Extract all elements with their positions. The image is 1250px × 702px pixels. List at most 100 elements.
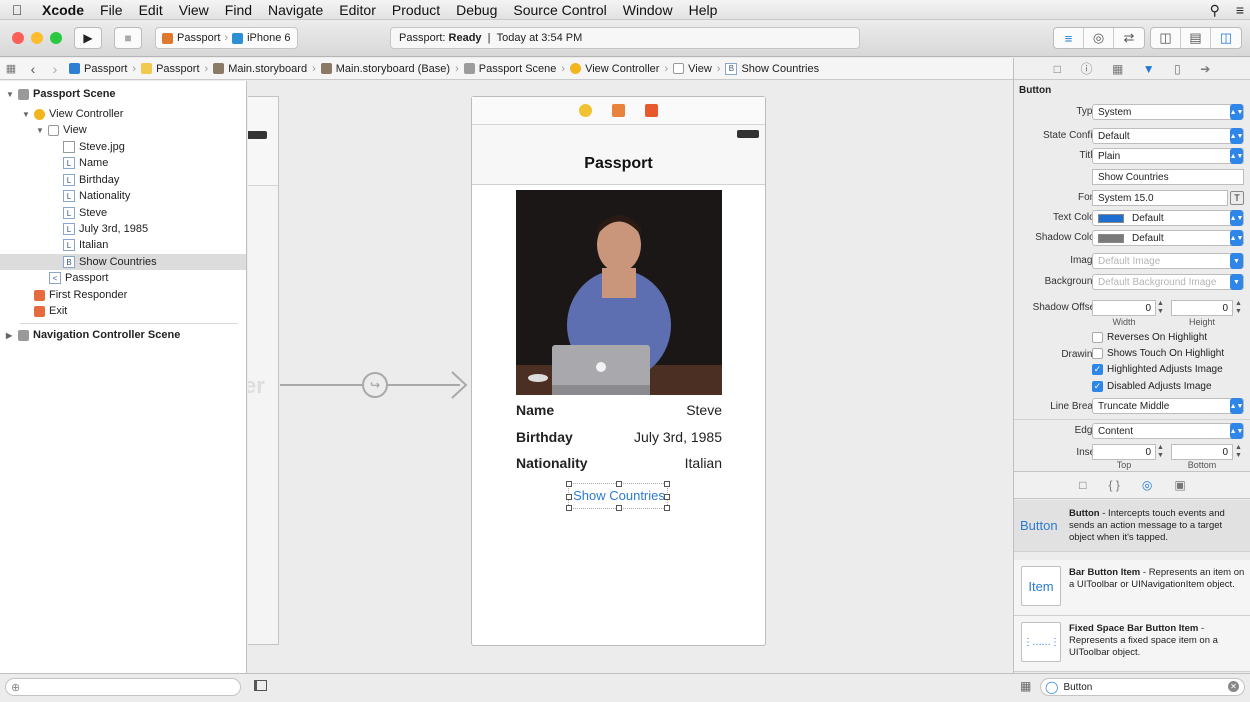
crumb-storyboard-base[interactable]: Main.storyboard (Base) — [318, 63, 453, 75]
title-text-field[interactable]: Show Countries — [1092, 169, 1244, 185]
first-responder-icon[interactable] — [612, 104, 625, 117]
outline-item-show-countries[interactable]: B Show Countries — [0, 254, 246, 270]
forward-arrow-icon[interactable]: › — [44, 61, 66, 77]
related-items-icon[interactable]: ▦ — [0, 62, 22, 75]
text-color-popup[interactable]: Default ▲▼ — [1092, 210, 1244, 226]
outline-item-steve-jpg[interactable]: Steve.jpg — [0, 139, 246, 155]
notification-center-icon[interactable]: ≡ — [1236, 2, 1244, 18]
menu-navigate[interactable]: Navigate — [260, 2, 331, 18]
reverses-on-highlight-checkbox[interactable]: Reverses On Highlight — [1092, 332, 1207, 343]
resize-handle[interactable] — [566, 481, 572, 487]
disclosure-open-icon[interactable]: ▼ — [36, 126, 46, 135]
show-countries-button[interactable]: Show Countries — [566, 481, 670, 511]
crumb-view-controller[interactable]: View Controller — [567, 63, 662, 75]
resize-handle[interactable] — [616, 505, 622, 511]
menu-debug[interactable]: Debug — [448, 2, 505, 18]
resize-handle[interactable] — [664, 494, 670, 500]
outline-item-italian[interactable]: L Italian — [0, 237, 246, 253]
hide-outline-icon[interactable] — [254, 680, 267, 691]
menu-app[interactable]: Xcode — [34, 2, 92, 18]
stepper-icon[interactable]: ▲ ▼ — [1235, 300, 1242, 316]
crumb-view[interactable]: View — [670, 63, 715, 75]
title-type-popup[interactable]: Plain ▲▼ — [1092, 148, 1244, 164]
library-filter-field[interactable]: ◯ Button ✕ — [1040, 678, 1245, 696]
segue-icon[interactable]: ↪ — [362, 372, 388, 398]
stepper-icon[interactable]: ▲ ▼ — [1157, 300, 1164, 316]
outline-view[interactable]: ▼ View — [0, 122, 246, 138]
outline-item-date[interactable]: L July 3rd, 1985 — [0, 221, 246, 237]
edge-popup[interactable]: Content ▲▼ — [1092, 423, 1244, 439]
attributes-inspector-icon[interactable]: ▼ — [1143, 62, 1155, 76]
menu-edit[interactable]: Edit — [131, 2, 171, 18]
resize-handle[interactable] — [664, 505, 670, 511]
object-library-icon[interactable]: ◎ — [1142, 478, 1152, 492]
shows-touch-checkbox[interactable]: Shows Touch On Highlight — [1092, 348, 1224, 359]
background-popup[interactable]: Default Background Image ▼ — [1092, 274, 1244, 290]
inset-bottom-field[interactable]: 0 — [1171, 444, 1233, 460]
scheme-selector[interactable]: Passport › iPhone 6 — [155, 27, 298, 49]
assistant-editor-icon[interactable]: ◎ — [1084, 28, 1114, 48]
font-field[interactable]: System 15.0 — [1092, 190, 1228, 206]
apple-menu-icon[interactable]:  — [0, 2, 34, 18]
outline-item-name[interactable]: L Name — [0, 155, 246, 171]
menu-help[interactable]: Help — [681, 2, 726, 18]
profile-photo[interactable] — [516, 190, 722, 395]
crumb-scene[interactable]: Passport Scene — [461, 63, 560, 75]
quick-help-icon[interactable]: ⓘ — [1080, 60, 1092, 77]
stepper-icon[interactable]: ▲ ▼ — [1157, 444, 1164, 460]
library-item-fixed-space[interactable]: ⋮……⋮ Fixed Space Bar Button Item - Repre… — [1014, 616, 1250, 672]
resize-handle[interactable] — [566, 505, 572, 511]
spotlight-search-icon[interactable]: ⚲ — [1210, 2, 1220, 19]
menu-file[interactable]: File — [92, 2, 131, 18]
minimize-window-button[interactable] — [31, 32, 43, 44]
outline-item-steve[interactable]: L Steve — [0, 205, 246, 221]
line-break-popup[interactable]: Truncate Middle ▲▼ — [1092, 398, 1244, 414]
image-popup[interactable]: Default Image ▼ — [1092, 253, 1244, 269]
file-template-library-icon[interactable]: □ — [1079, 478, 1086, 492]
crumb-storyboard[interactable]: Main.storyboard — [210, 63, 310, 75]
crumb-folder[interactable]: Passport — [138, 63, 202, 75]
inset-top-field[interactable]: 0 — [1092, 444, 1156, 460]
zoom-window-button[interactable] — [50, 32, 62, 44]
disclosure-closed-icon[interactable]: ▶ — [6, 331, 16, 340]
outline-filter-field[interactable]: ⊕ — [5, 678, 241, 696]
standard-editor-icon[interactable]: ≡ — [1054, 28, 1084, 48]
code-snippet-library-icon[interactable]: { } — [1109, 478, 1120, 492]
back-arrow-icon[interactable]: ‹ — [22, 61, 44, 77]
menu-window[interactable]: Window — [615, 2, 681, 18]
menu-find[interactable]: Find — [217, 2, 260, 18]
menu-source-control[interactable]: Source Control — [505, 2, 614, 18]
navigation-controller-scene[interactable] — [248, 96, 279, 645]
menu-view[interactable]: View — [171, 2, 217, 18]
library-item-button[interactable]: Button Button - Intercepts touch events … — [1014, 500, 1250, 552]
resize-handle[interactable] — [616, 481, 622, 487]
toggle-utilities-icon[interactable]: ◫ — [1211, 28, 1241, 48]
outline-back-item[interactable]: < Passport — [0, 270, 246, 286]
clear-icon[interactable]: ✕ — [1228, 681, 1239, 692]
outline-view-controller[interactable]: ▼ View Controller — [0, 106, 246, 122]
shadow-width-field[interactable]: 0 — [1092, 300, 1156, 316]
view-controller-scene[interactable]: Passport Name Steve Birthday July 3rd, 1… — [471, 96, 766, 646]
disabled-adjusts-checkbox[interactable]: ✓ Disabled Adjusts Image — [1092, 381, 1212, 392]
close-window-button[interactable] — [12, 32, 24, 44]
outline-exit[interactable]: Exit — [0, 303, 246, 319]
media-library-icon[interactable]: ▣ — [1174, 478, 1185, 492]
grid-view-icon[interactable]: ▦ — [1020, 679, 1031, 693]
shadow-color-popup[interactable]: Default ▲▼ — [1092, 230, 1244, 246]
font-picker-icon[interactable]: T — [1230, 191, 1244, 205]
run-button[interactable]: ▶ — [74, 27, 102, 49]
highlighted-adjusts-checkbox[interactable]: ✓ Highlighted Adjusts Image — [1092, 364, 1223, 375]
library-item-bar-button[interactable]: Item Bar Button Item - Represents an ite… — [1014, 560, 1250, 616]
resize-handle[interactable] — [566, 494, 572, 500]
outline-first-responder[interactable]: First Responder — [0, 287, 246, 303]
version-editor-icon[interactable]: ⇄ — [1114, 28, 1144, 48]
toggle-debug-area-icon[interactable]: ▤ — [1181, 28, 1211, 48]
stepper-icon[interactable]: ▲ ▼ — [1235, 444, 1242, 460]
crumb-button[interactable]: B Show Countries — [722, 62, 822, 75]
resize-handle[interactable] — [664, 481, 670, 487]
outline-item-nationality[interactable]: L Nationality — [0, 188, 246, 204]
view-controller-icon[interactable] — [579, 104, 592, 117]
outline-item-birthday[interactable]: L Birthday — [0, 172, 246, 188]
stop-button[interactable]: ■ — [114, 27, 142, 49]
state-config-popup[interactable]: Default ▲▼ — [1092, 128, 1244, 144]
